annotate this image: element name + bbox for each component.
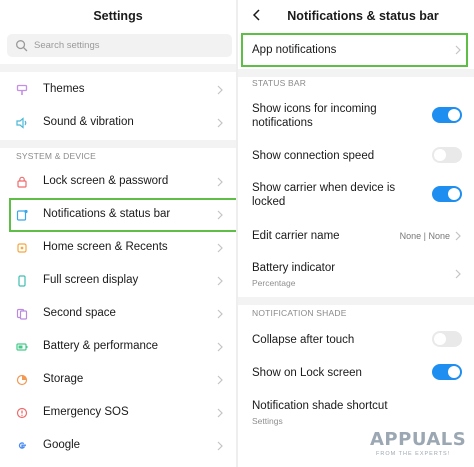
speaker-icon (16, 117, 27, 129)
chevron-right-icon (217, 85, 223, 95)
watermark-text: APPUALS (370, 429, 467, 450)
edit-carrier-item[interactable]: Edit carrier name None | None (238, 223, 474, 247)
settings-item-label: Storage (43, 373, 84, 385)
settings-item-label: Themes (43, 83, 85, 95)
home-icon (17, 243, 27, 253)
settings-pane: Settings Search settings Themes Sound & … (0, 0, 236, 467)
setting-label: Notification shade shortcut (252, 400, 388, 412)
google-icon (18, 442, 26, 449)
setting-label: Battery indicator (252, 262, 336, 274)
settings-item-label: Home screen & Recents (43, 241, 168, 253)
settings-item-full-screen[interactable]: Full screen display (0, 269, 236, 293)
chevron-right-icon (455, 269, 461, 279)
watermark-subtext: FROM THE EXPERTS! (376, 451, 451, 457)
show-carrier-setting: Show carrier when device is locked (238, 176, 474, 212)
second-space-icon (16, 308, 28, 320)
chevron-right-icon (217, 375, 223, 385)
show-icons-setting: Show icons for incoming notifications (238, 97, 474, 133)
setting-label: Collapse after touch (252, 334, 355, 346)
chevron-right-icon (217, 309, 223, 319)
chevron-right-icon (455, 231, 461, 241)
search-bar[interactable]: Search settings (7, 34, 232, 57)
section-spacer (238, 69, 474, 77)
settings-item-battery[interactable]: Battery & performance (0, 335, 236, 359)
setting-label: Show on Lock screen (252, 367, 362, 379)
collapse-setting: Collapse after touch (238, 327, 474, 351)
setting-label: Edit carrier name (252, 230, 340, 242)
show-lock-setting: Show on Lock screen (238, 360, 474, 384)
chevron-right-icon (217, 408, 223, 418)
storage-icon (16, 374, 28, 386)
section-header: NOTIFICATION SHADE (252, 308, 347, 318)
chevron-right-icon (217, 118, 223, 128)
settings-item-themes[interactable]: Themes (0, 78, 236, 102)
section-header: SYSTEM & DEVICE (16, 151, 96, 161)
chevron-right-icon (217, 342, 223, 352)
chevron-right-icon (217, 210, 223, 220)
setting-label: Show icons for incoming notifications (252, 103, 377, 129)
settings-item-lock-screen[interactable]: Lock screen & password (0, 170, 236, 194)
settings-item-notifications[interactable]: Notifications & status bar (0, 198, 236, 232)
chevron-right-icon (217, 441, 223, 451)
notifications-pane: Notifications & status bar App notificat… (238, 0, 474, 467)
shade-shortcut-item[interactable]: Notification shade shortcut Settings (238, 394, 474, 430)
app-notifications-label: App notifications (252, 44, 337, 56)
settings-item-label: Sound & vibration (43, 116, 134, 128)
battery-icon (16, 343, 28, 351)
chevron-right-icon (217, 243, 223, 253)
show-lock-toggle[interactable] (432, 364, 462, 380)
section-spacer (0, 64, 236, 72)
fullscreen-icon (18, 275, 26, 287)
connection-speed-toggle[interactable] (432, 147, 462, 163)
app-notifications-item[interactable]: App notifications (238, 33, 474, 67)
search-placeholder: Search settings (34, 40, 100, 51)
settings-item-label: Google (43, 439, 81, 451)
chevron-right-icon (217, 276, 223, 286)
section-header: STATUS BAR (252, 78, 307, 88)
settings-item-label: Second space (43, 307, 116, 319)
settings-item-label: Battery & performance (43, 340, 159, 352)
settings-item-emergency-sos[interactable]: Emergency SOS (0, 401, 236, 425)
settings-item-second-space[interactable]: Second space (0, 302, 236, 326)
settings-item-label: Full screen display (43, 274, 139, 286)
setting-sub: Settings (252, 416, 283, 426)
brush-icon (16, 84, 28, 95)
settings-item-storage[interactable]: Storage (0, 368, 236, 392)
settings-item-label: Notifications & status bar (43, 208, 171, 220)
settings-item-label: Lock screen & password (43, 175, 169, 187)
chevron-right-icon (455, 45, 461, 55)
carrier-value: None | None (399, 231, 450, 241)
section-spacer (0, 140, 236, 148)
section-spacer (238, 297, 474, 305)
lock-icon (17, 176, 27, 188)
settings-item-home-screen[interactable]: Home screen & Recents (0, 236, 236, 260)
sos-icon (16, 407, 28, 419)
setting-label: Show connection speed (252, 150, 375, 162)
show-carrier-toggle[interactable] (432, 186, 462, 202)
page-title: Notifications & status bar (287, 9, 439, 23)
notification-icon (16, 209, 28, 221)
chevron-right-icon (217, 177, 223, 187)
connection-speed-setting: Show connection speed (238, 143, 474, 167)
page-title: Settings (93, 9, 143, 23)
setting-label: Show carrier when device is locked (252, 182, 396, 208)
settings-item-label: Emergency SOS (43, 406, 129, 418)
search-icon (16, 40, 28, 52)
show-icons-toggle[interactable] (432, 107, 462, 123)
watermark-logo: APPUALS FROM THE EXPERTS! (356, 427, 468, 463)
battery-indicator-item[interactable]: Battery indicator Percentage (238, 256, 474, 292)
collapse-toggle[interactable] (432, 331, 462, 347)
settings-item-sound[interactable]: Sound & vibration (0, 111, 236, 135)
setting-sub: Percentage (252, 278, 296, 288)
settings-item-google[interactable]: Google (0, 434, 236, 458)
